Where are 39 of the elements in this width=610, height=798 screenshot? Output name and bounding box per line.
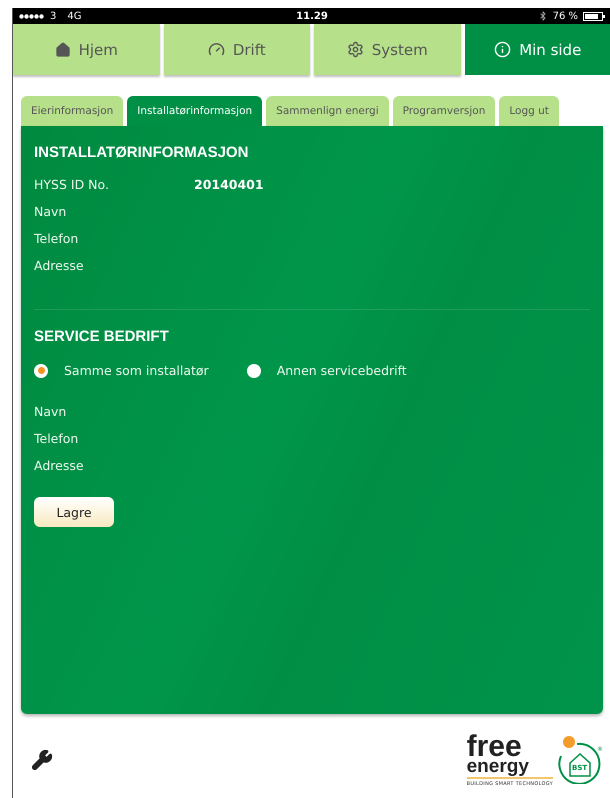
- carrier-text: 3: [50, 10, 56, 22]
- battery-text: 76 %: [552, 10, 578, 22]
- radio-button[interactable]: [246, 364, 261, 378]
- tab[interactable]: Logg ut: [499, 96, 559, 126]
- info-icon: [494, 41, 512, 58]
- nav-button[interactable]: Hjem: [13, 24, 160, 75]
- nav-button[interactable]: System: [314, 24, 460, 75]
- logo-word: energy: [466, 759, 553, 780]
- section-title: INSTALLATØRINFORMASJON: [34, 144, 250, 161]
- field-label: Telefon: [34, 231, 80, 246]
- nav-button[interactable]: Drift: [164, 24, 310, 75]
- logo-word: free: [466, 734, 522, 760]
- sun-house-logo-icon: [557, 734, 603, 784]
- bluetooth-icon: [538, 11, 548, 21]
- field-label: Telefon: [34, 431, 80, 446]
- field-value: 20140401: [194, 177, 264, 192]
- tab[interactable]: Eierinformasjon: [21, 96, 124, 126]
- clock-text: 11.29: [296, 10, 328, 22]
- tab[interactable]: Sammenlign energi: [266, 96, 389, 126]
- wrench-icon[interactable]: [31, 749, 53, 771]
- tab[interactable]: Programversjon: [392, 96, 496, 126]
- save-button[interactable]: Lagre: [34, 497, 114, 527]
- settings-icon: [346, 41, 364, 58]
- field-label: Navn: [34, 404, 68, 419]
- gauge-icon: [208, 41, 225, 58]
- tab[interactable]: Installatørinformasjon: [127, 96, 262, 126]
- field-label: Adresse: [34, 258, 85, 273]
- radio-button[interactable]: [34, 364, 48, 378]
- field-label: Adresse: [34, 458, 85, 473]
- radio-label: Samme som installatør: [64, 363, 209, 378]
- radio-label: Annen servicebedrift: [276, 363, 407, 378]
- battery-icon: [583, 12, 605, 20]
- signal-icon: [19, 14, 45, 18]
- field-label: HYSS ID No.: [34, 177, 110, 192]
- nav-button[interactable]: Min side: [464, 24, 610, 75]
- field-label: Navn: [34, 204, 68, 219]
- network-text: 4G: [67, 10, 82, 22]
- section-title: SERVICE BEDRIFT: [34, 328, 170, 345]
- house-icon: [54, 42, 71, 58]
